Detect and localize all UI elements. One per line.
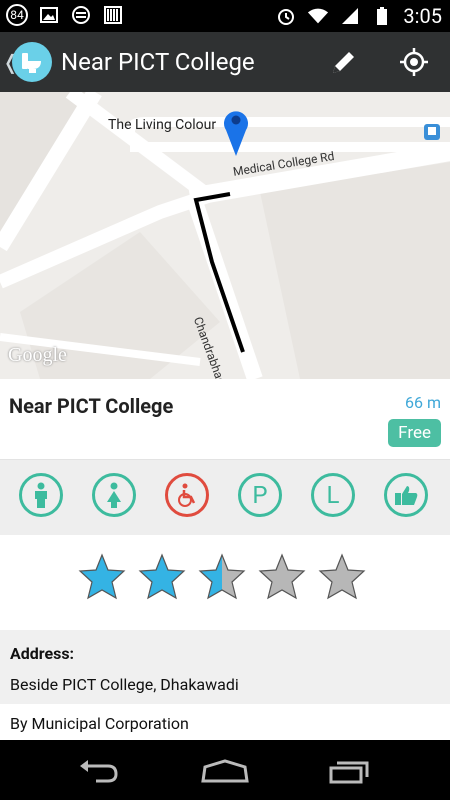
ladies-icon[interactable]: L — [311, 473, 355, 517]
crosshair-icon — [400, 48, 428, 76]
poi-label[interactable]: The Living Colour — [108, 117, 216, 133]
pencil-icon — [333, 52, 354, 73]
sync-icon — [70, 4, 92, 26]
address-value: Beside PICT College, Dhakawadi — [10, 675, 239, 694]
home-icon — [201, 759, 249, 783]
address-label: Address: — [10, 644, 75, 663]
location-pin-icon[interactable] — [222, 106, 250, 162]
price-badge: Free — [388, 419, 441, 447]
toilet-logo-icon[interactable] — [12, 42, 52, 82]
map-view[interactable]: The Living Colour Medical College Rd Cha… — [0, 92, 450, 379]
recents-icon — [329, 761, 369, 784]
battery-icon — [371, 5, 393, 27]
home-nav-button[interactable] — [200, 756, 250, 786]
edit-button[interactable] — [326, 44, 362, 80]
address-section: Address: Beside PICT College, Dhakawadi — [0, 630, 450, 704]
thumbs-up-icon[interactable] — [384, 473, 428, 517]
clock: 3:05 — [403, 4, 442, 28]
recents-nav-button[interactable] — [326, 756, 376, 786]
parking-label: P — [252, 481, 268, 509]
status-bar: 84 3:05 — [0, 0, 450, 32]
google-attribution: Google — [8, 344, 67, 366]
navigation-bar — [0, 740, 450, 800]
star-icon[interactable] — [198, 553, 246, 601]
image-icon — [38, 4, 60, 26]
locate-button[interactable] — [396, 44, 432, 80]
barcode-icon — [102, 4, 124, 26]
star-icon[interactable] — [258, 553, 306, 601]
back-arrow-icon — [80, 760, 118, 783]
wheelchair-icon[interactable] — [165, 473, 209, 517]
alarm-icon — [275, 5, 297, 27]
wifi-icon — [307, 5, 329, 27]
distance-label: 66 m — [405, 393, 441, 412]
parking-icon[interactable]: P — [238, 473, 282, 517]
star-icon[interactable] — [318, 553, 366, 601]
page-title: Near PICT College — [61, 48, 255, 76]
app-bar: ❬ Near PICT College — [0, 32, 450, 92]
ladies-label: L — [326, 481, 340, 509]
female-icon[interactable] — [92, 473, 136, 517]
toilet-name: Near PICT College — [9, 394, 174, 418]
rating-section[interactable] — [0, 535, 450, 630]
owner-section: By Municipal Corporation — [0, 704, 450, 740]
toilet-details: Near PICT College 66 m Free — [0, 379, 450, 459]
owner-text: By Municipal Corporation — [10, 714, 189, 733]
notification-badge: 84 — [6, 4, 28, 26]
star-rating[interactable] — [78, 553, 366, 601]
male-icon[interactable] — [19, 473, 63, 517]
star-icon[interactable] — [78, 553, 126, 601]
back-nav-button[interactable] — [75, 756, 125, 786]
signal-icon — [339, 5, 361, 27]
facilities-bar: P L — [0, 459, 450, 536]
star-icon[interactable] — [138, 553, 186, 601]
